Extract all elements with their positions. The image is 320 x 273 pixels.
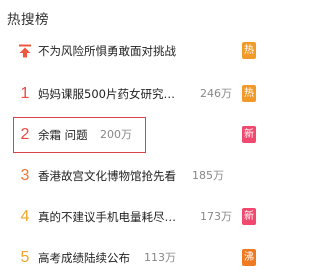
rank-number: 1 xyxy=(20,85,30,102)
new-badge: 新 xyxy=(242,208,256,225)
list-item-text: 真的不建议手机电量耗尽… xyxy=(38,210,176,224)
heat-count: 246万 xyxy=(200,87,232,100)
list-item-text: 高考成绩陆续公布 xyxy=(38,251,130,265)
new-badge: 新 xyxy=(242,126,256,143)
list-item-rank-1[interactable]: 1 妈妈课服500片药女研究… 246万 热 xyxy=(0,79,280,109)
heat-count: 113万 xyxy=(144,251,176,264)
list-item-text: 香港故宫文化博物馆抢先看 xyxy=(38,169,176,183)
rank-number: 3 xyxy=(20,167,30,184)
list-item-text: 不为风险所惧勇敢面对挑战 xyxy=(38,44,176,58)
heat-count: 185万 xyxy=(192,169,224,182)
hot-badge: 热 xyxy=(242,42,256,59)
panel-title: 热搜榜 xyxy=(7,12,49,28)
list-item-rank-4[interactable]: 4 真的不建议手机电量耗尽… 173万 新 xyxy=(0,202,280,232)
list-item-text: 妈妈课服500片药女研究… xyxy=(38,87,175,101)
list-item-rank-3[interactable]: 3 香港故宫文化博物馆抢先看 185万 xyxy=(0,161,280,191)
hot-search-panel: 热搜榜 不为风险所惧勇敢面对挑战 热 1 妈妈课服500片药女研究… 246万 … xyxy=(0,0,280,273)
boiling-badge: 沸 xyxy=(242,249,256,266)
selection-highlight-box xyxy=(13,117,146,153)
rank-number: 4 xyxy=(20,208,30,225)
heat-count: 173万 xyxy=(200,210,232,223)
hot-badge: 热 xyxy=(242,85,256,102)
rank-number: 5 xyxy=(20,249,30,266)
list-item-rank-5[interactable]: 5 高考成绩陆续公布 113万 沸 xyxy=(0,243,280,273)
pin-top-icon xyxy=(19,44,31,58)
list-item-pinned[interactable]: 不为风险所惧勇敢面对挑战 热 xyxy=(0,36,280,66)
